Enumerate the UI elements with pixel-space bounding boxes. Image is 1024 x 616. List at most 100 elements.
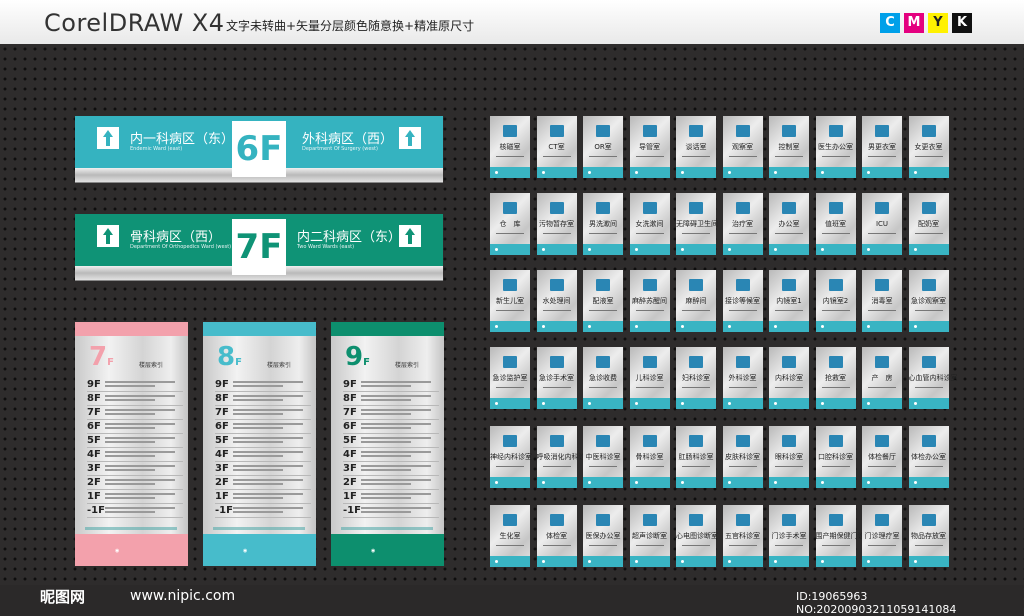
room-pictogram-icon [828, 435, 843, 447]
door-sign: 门诊手术室 [769, 505, 809, 567]
room-name: 围产期保健门诊 [815, 532, 865, 540]
room-pictogram-icon [689, 514, 703, 526]
door-sign: 水处理间 [536, 270, 577, 332]
directory-row: 8F [215, 392, 311, 406]
directory-floor-number: 9F [345, 342, 370, 372]
left-ward-name: 内一科病区（东） [130, 132, 235, 147]
door-sign: 体检餐厅 [862, 426, 902, 488]
room-pictogram-icon [782, 125, 796, 137]
door-sign: 急诊监护室 [490, 347, 530, 409]
room-name: 骨科诊室 [635, 453, 664, 461]
directory-floor: 2F [215, 477, 229, 488]
door-sign: 心电图诊断室 [676, 505, 718, 567]
room-name: 中医科诊室 [585, 453, 621, 461]
room-pictogram-icon [875, 435, 889, 447]
directory-row: 7F [343, 406, 439, 420]
room-pictogram-icon [596, 125, 610, 137]
room-pictogram-icon [921, 356, 936, 368]
room-name: 男更衣室 [868, 143, 896, 151]
directory-row: 9F [215, 378, 311, 392]
room-pictogram-icon [549, 356, 564, 368]
arrow-up-icon [97, 127, 119, 149]
room-pictogram-icon [689, 202, 703, 214]
directory-row: 7F [215, 406, 311, 420]
directory-floor: 8F [215, 393, 229, 404]
directory-floor: 9F [87, 379, 101, 390]
directory-floor-number: 7F [89, 342, 114, 372]
room-name: 眼科诊室 [775, 453, 803, 461]
door-sign: 超声诊断室 [629, 505, 670, 567]
door-sign: 办公室 [769, 193, 809, 255]
door-sign: 中医科诊室 [583, 426, 623, 488]
arrow-up-icon [399, 225, 421, 247]
door-sign: 骨科诊室 [629, 426, 670, 488]
room-name: 配奶室 [918, 220, 939, 228]
directory-row: 1F [343, 490, 439, 504]
right-ward-name: 外科病区（西） [302, 132, 394, 147]
room-name: 心血管内科诊室 [908, 374, 958, 382]
floor-number: 7F [232, 219, 286, 275]
room-pictogram-icon [875, 202, 889, 214]
directory-floor-number: 8F [217, 342, 242, 372]
door-sign: 麻醉苏醒间 [629, 270, 670, 332]
directory-floor: 4F [87, 449, 101, 460]
directory-floor: -1F [343, 505, 361, 516]
room-name: 体检室 [546, 532, 567, 540]
door-sign: 谈话室 [676, 116, 716, 178]
room-pictogram-icon [596, 435, 610, 447]
room-pictogram-icon [503, 356, 517, 368]
room-name: 体检办公室 [911, 453, 946, 461]
left-ward-en: Department Of Orthopedics Ward (west) [130, 244, 232, 250]
door-sign: 急诊观察室 [908, 270, 949, 332]
directory-row: 1F [215, 490, 311, 504]
door-sign: 内镜室1 [769, 270, 809, 332]
feature-subtitle: 文字未转曲+矢量分层颜色随意换+精准原尺寸 [226, 19, 475, 33]
door-sign: 消毒室 [862, 270, 902, 332]
door-sign: 无障碍卫生间 [676, 193, 718, 255]
room-name: 皮肤科诊室 [725, 453, 760, 461]
directory-floor: -1F [215, 505, 233, 516]
hospital-logo-icon: ◉ [243, 548, 248, 554]
room-pictogram-icon [596, 514, 610, 526]
room-name: 导管室 [639, 143, 660, 151]
room-name: 治疗室 [732, 220, 753, 228]
room-pictogram-icon [875, 514, 889, 526]
directory-row: 6F [87, 420, 183, 434]
room-name: 肛肠科诊室 [678, 453, 714, 461]
room-name: 污物暂存室 [539, 220, 574, 228]
directory-floor: 4F [343, 449, 357, 460]
room-pictogram-icon [642, 514, 657, 526]
door-sign: 口腔科诊室 [815, 426, 856, 488]
room-name: 值班室 [825, 220, 846, 228]
room-name: 儿科诊室 [635, 374, 664, 382]
room-pictogram-icon [642, 279, 657, 291]
floor-directory-8f: 8F 楼层索引 9F 8F 7F 6F 5F 4F 3F 2F 1F -1F ◉ [203, 322, 316, 566]
directory-floor: 7F [343, 407, 357, 418]
directory-row: 3F [215, 462, 311, 476]
left-ward-en: Endemic Ward (east) [130, 146, 183, 152]
room-pictogram-icon [549, 125, 564, 137]
room-pictogram-icon [828, 125, 843, 137]
room-pictogram-icon [549, 279, 564, 291]
room-pictogram-icon [828, 356, 843, 368]
door-sign: 急诊收费 [583, 347, 623, 409]
directory-row: 2F [215, 476, 311, 490]
door-sign: 配液室 [583, 270, 623, 332]
directory-floor: 5F [343, 435, 357, 446]
room-name: CT室 [548, 143, 565, 151]
directory-row: 2F [343, 476, 439, 490]
directory-floor: 7F [87, 407, 101, 418]
room-name: 无障碍卫生间 [676, 220, 718, 228]
arrow-up-icon [399, 127, 421, 149]
cmyk-y: Y [928, 13, 948, 33]
door-sign: 医生办公室 [815, 116, 856, 178]
room-name: 急诊监护室 [492, 374, 528, 382]
room-name: 体检餐厅 [868, 453, 896, 461]
directory-floor: 3F [343, 463, 357, 474]
room-pictogram-icon [689, 435, 703, 447]
door-sign: OR室 [583, 116, 623, 178]
room-pictogram-icon [735, 202, 750, 214]
room-pictogram-icon [503, 435, 517, 447]
room-pictogram-icon [503, 514, 517, 526]
door-sign: 眼科诊室 [769, 426, 809, 488]
